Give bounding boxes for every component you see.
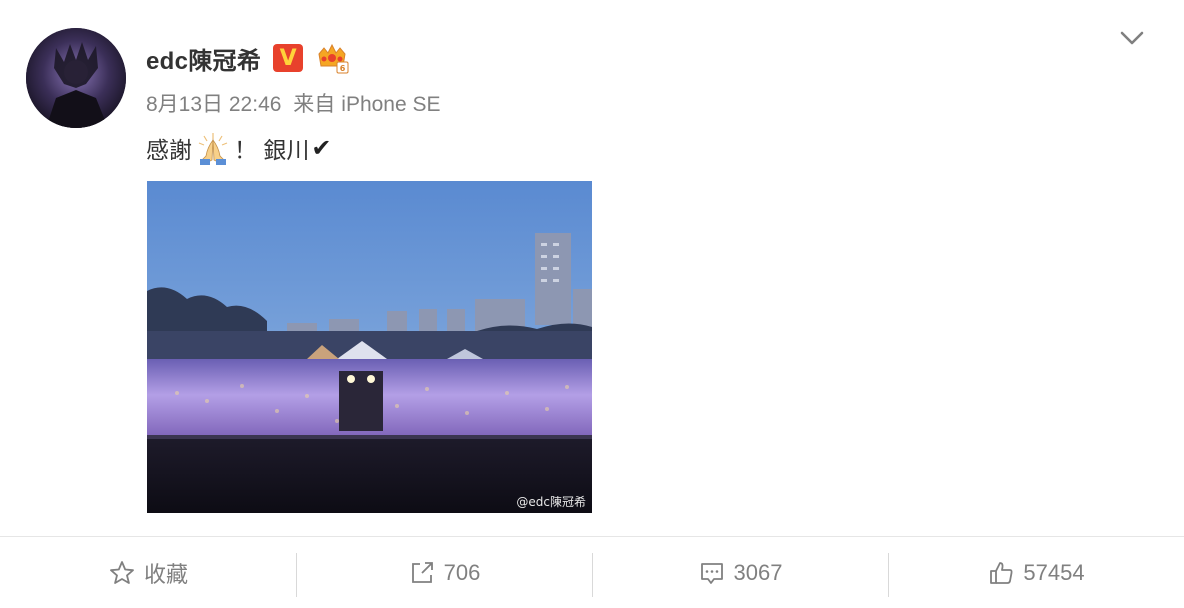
image-watermark: @edc陳冠希	[516, 495, 586, 509]
repost-button[interactable]: 706	[296, 537, 592, 608]
thumbs-up-icon	[990, 562, 1013, 584]
post-text-part-1: 感謝	[146, 137, 192, 163]
comment-count: 3067	[733, 560, 783, 585]
avatar[interactable]	[26, 28, 126, 128]
repost-count: 706	[443, 560, 481, 585]
favorite-button[interactable]: 收藏	[0, 537, 296, 608]
svg-text:6: 6	[340, 64, 346, 73]
concert-crowd-photo	[147, 181, 592, 513]
post-header: edc陳冠希 V 6	[146, 38, 349, 78]
weibo-post-card: edc陳冠希 V 6 8月13日 22:46 来自 iPhone SE 感謝 ！…	[0, 0, 1184, 608]
comment-button[interactable]: 3067	[592, 537, 888, 608]
post-date[interactable]: 8月13日 22:46	[146, 93, 281, 116]
chevron-down-icon[interactable]	[1118, 26, 1146, 50]
action-bar: 收藏 706 3067 57454	[0, 536, 1184, 608]
favorite-label: 收藏	[143, 562, 188, 587]
check-mark-icon: ✔	[311, 134, 332, 162]
source-device: iPhone SE	[341, 93, 441, 116]
comment-icon	[700, 563, 723, 584]
username[interactable]: edc陳冠希	[146, 41, 261, 76]
post-meta: 8月13日 22:46 来自 iPhone SE	[146, 88, 447, 118]
crown-icon[interactable]: 6	[315, 42, 349, 74]
like-button[interactable]: 57454	[888, 537, 1184, 608]
avatar-image	[26, 28, 126, 128]
star-icon	[110, 561, 134, 584]
post-text: 感謝 ！ 銀川 ✔	[146, 130, 332, 166]
verified-badge-icon[interactable]: V	[273, 44, 304, 72]
praying-hands-icon	[198, 133, 228, 165]
post-image[interactable]: @edc陳冠希	[147, 181, 592, 513]
source-prefix: 来自	[293, 93, 336, 116]
repost-icon	[411, 562, 433, 583]
like-count: 57454	[1023, 560, 1085, 585]
post-text-part-2: ！ 銀川	[234, 137, 310, 163]
